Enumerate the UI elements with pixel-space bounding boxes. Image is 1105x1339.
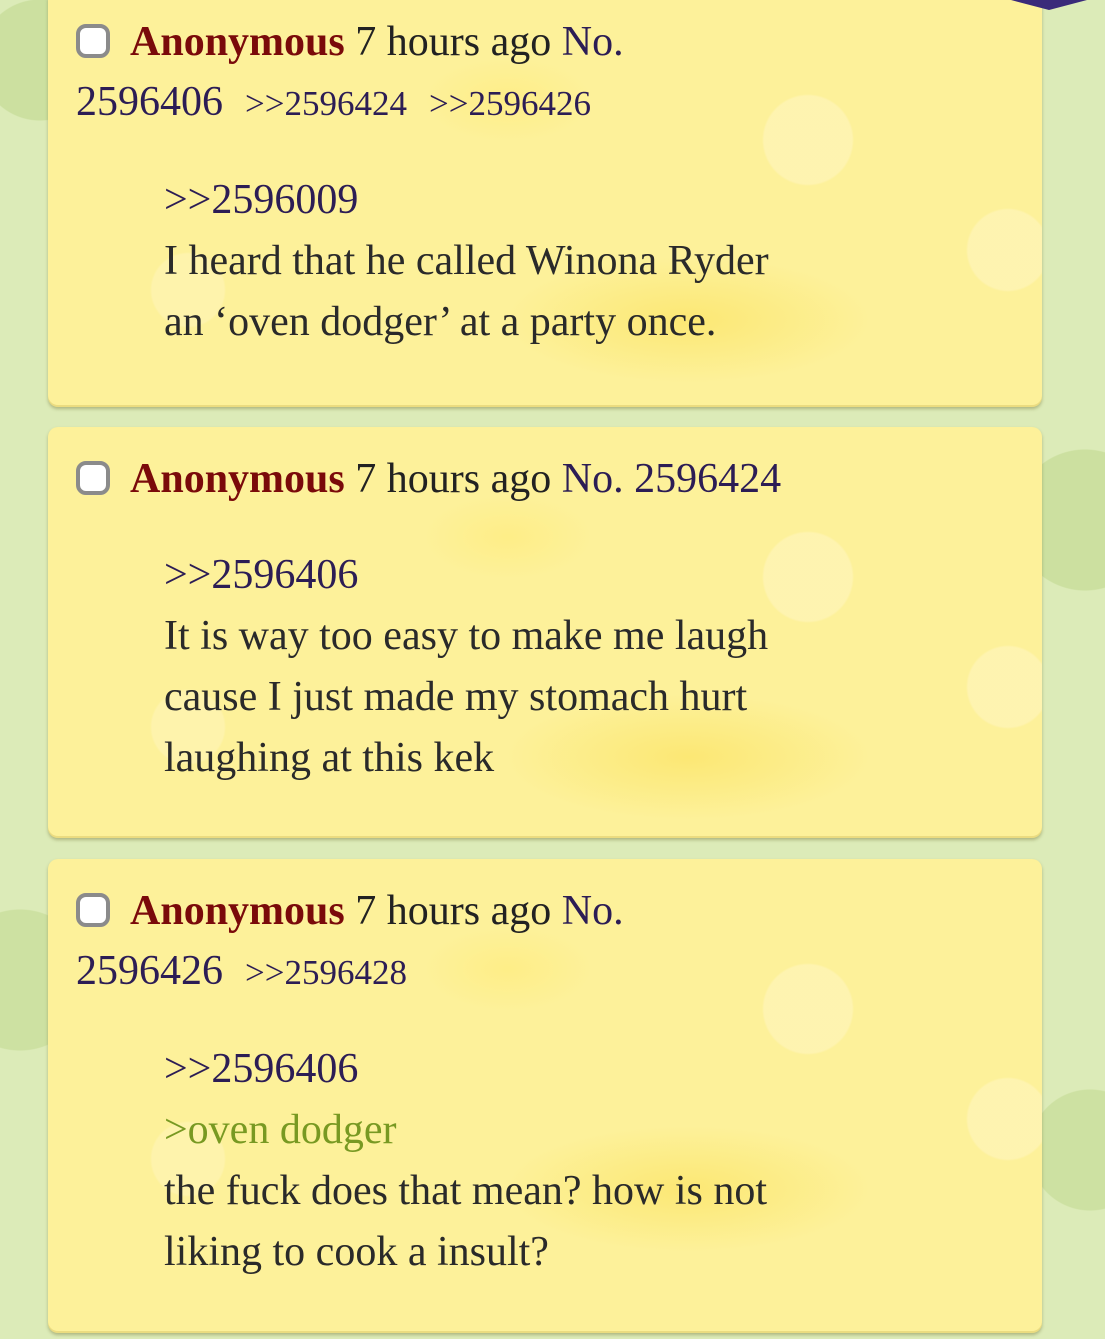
select-checkbox[interactable] (76, 893, 110, 927)
reply-post-2596426: Anonymous 7 hours ago No. 2596426 >>259642… (48, 859, 1042, 1333)
post-body: >>2596406 It is way too easy to make me … (164, 545, 1014, 789)
post-number[interactable]: 2596424 (634, 456, 781, 502)
backlink[interactable]: >>2596424 (245, 84, 407, 123)
post-text-line: an ‘oven dodger’ at a party once. (164, 299, 717, 345)
post-time: 7 hours ago (355, 456, 552, 502)
backlink[interactable]: >>2596428 (245, 953, 407, 992)
post-number-label[interactable]: No. (562, 888, 624, 934)
poster-name: Anonymous (130, 456, 345, 502)
quote-link[interactable]: >>2596009 (164, 170, 1014, 231)
poster-name: Anonymous (130, 888, 345, 934)
quote-link[interactable]: >>2596406 (164, 1039, 1014, 1100)
post-header: Anonymous 7 hours ago No. 2596406 >>259642… (76, 12, 1014, 134)
post-text-line: liking to cook a insult? (164, 1229, 549, 1275)
post-body: >>2596009 I heard that he called Winona … (164, 170, 1014, 353)
post-header: Anonymous 7 hours ago No. 2596424 (76, 449, 1014, 509)
post-body: >>2596406 >oven dodger the fuck does tha… (164, 1039, 1014, 1283)
scroll-to-top-icon[interactable] (1011, 0, 1087, 10)
backlink[interactable]: >>2596426 (429, 84, 591, 123)
reply-post-2596406: Anonymous 7 hours ago No. 2596406 >>259642… (48, 0, 1042, 407)
post-text-line: It is way too easy to make me laugh (164, 613, 769, 659)
poster-name: Anonymous (130, 19, 345, 65)
post-time: 7 hours ago (355, 888, 552, 934)
reply-post-2596424: Anonymous 7 hours ago No. 2596424 >>2596… (48, 427, 1042, 838)
quote-link[interactable]: >>2596406 (164, 545, 1014, 606)
select-checkbox[interactable] (76, 461, 110, 495)
post-number-label[interactable]: No. (562, 19, 624, 65)
post-text-line: cause I just made my stomach hurt (164, 674, 748, 720)
post-text-line: I heard that he called Winona Ryder (164, 238, 769, 284)
post-number-label[interactable]: No. (562, 456, 624, 502)
post-number[interactable]: 2596406 (76, 79, 223, 125)
post-time: 7 hours ago (355, 19, 552, 65)
post-header: Anonymous 7 hours ago No. 2596426 >>259642… (76, 881, 1014, 1003)
post-text-line: the fuck does that mean? how is not (164, 1168, 768, 1214)
greentext-line: >oven dodger (164, 1107, 397, 1153)
post-text-line: laughing at this kek (164, 735, 495, 781)
select-checkbox[interactable] (76, 24, 110, 58)
post-number[interactable]: 2596426 (76, 948, 223, 994)
